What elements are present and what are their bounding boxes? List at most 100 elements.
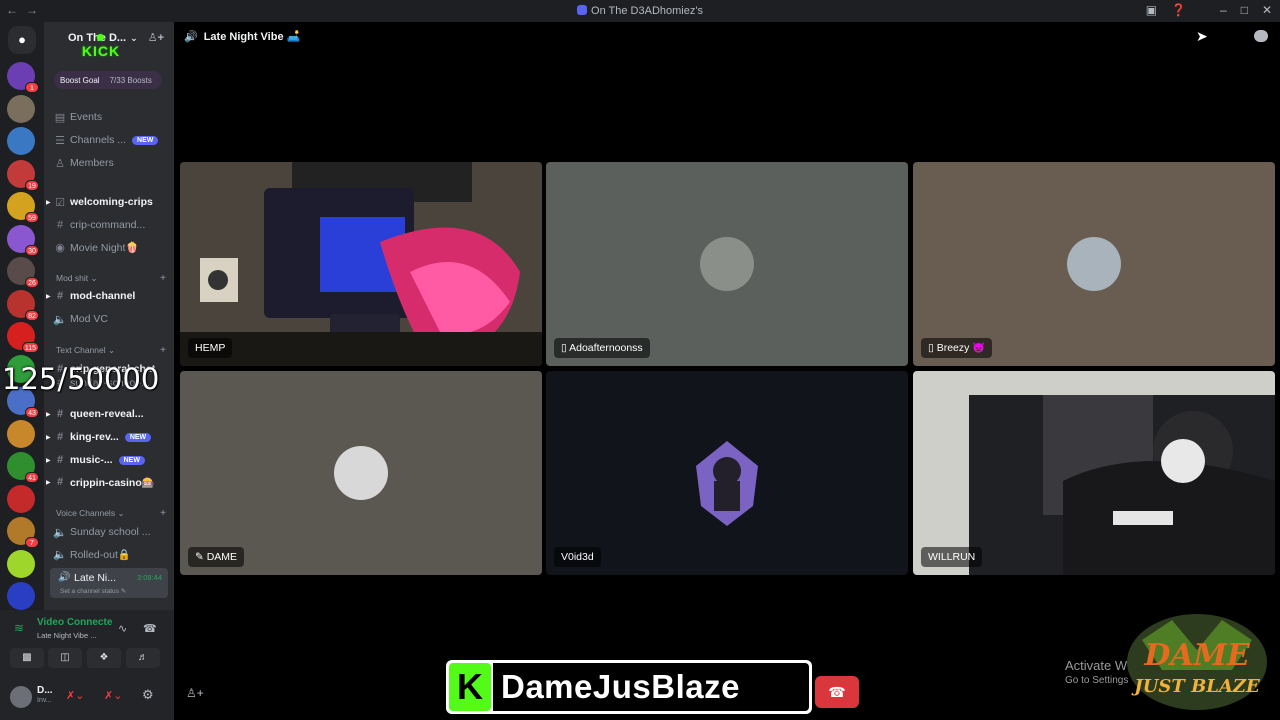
mic-muted-icon[interactable]: ✗⌄ — [66, 689, 84, 702]
nav-members[interactable]: ♙ Members — [52, 153, 168, 173]
channel-sunday-school-voice[interactable]: 🔈 Sunday school ... — [52, 522, 168, 542]
minimize-icon[interactable]: – — [1220, 3, 1227, 17]
disconnect-icon[interactable]: ☎ — [143, 622, 157, 635]
video-tile-hemp[interactable]: HEMP — [180, 162, 542, 366]
nav-channels[interactable]: ☰ Channels ... NEW — [52, 130, 168, 150]
add-channel-icon[interactable]: + — [160, 345, 166, 356]
server-icon[interactable]: 30 — [7, 224, 39, 256]
svg-text:JUST BLAZE: JUST BLAZE — [1131, 676, 1260, 697]
svg-text:DAME: DAME — [1143, 638, 1251, 673]
disconnect-button[interactable]: ☎ — [815, 676, 859, 708]
close-icon[interactable]: ✕ — [1262, 3, 1272, 17]
video-tile-void3d[interactable]: V0id3d — [546, 371, 908, 575]
invite-to-voice-icon[interactable]: ♙+ — [186, 686, 204, 700]
mention-badge: 30 — [25, 244, 39, 256]
channel-rolled-out[interactable]: 🔈 Rolled-out🔒 — [52, 544, 168, 564]
members-icon: ♙ — [55, 157, 65, 170]
mention-badge: 115 — [21, 342, 39, 353]
dame-just-blaze-logo: DAME JUST BLAZE — [1122, 610, 1272, 714]
video-tile-adoafternoons[interactable]: ▯ Adoafternoonss — [546, 162, 908, 366]
nav-events[interactable]: ▤ Events — [52, 107, 168, 127]
mention-badge: 41 — [25, 472, 39, 483]
avatar[interactable] — [10, 686, 32, 708]
title-bar: ←→ On The D3ADhomiez's ▣ ❓ – □ ✕ — [0, 0, 1280, 22]
speaker-icon: 🔈 — [53, 548, 67, 561]
streamer-brand-overlay: K DameJusBlaze — [446, 660, 812, 714]
mention-badge: 43 — [25, 407, 39, 418]
help-icon[interactable]: ❓ — [1171, 3, 1186, 17]
channel-mod-channel[interactable]: ▶ # mod-channel — [46, 286, 168, 306]
server-icon — [577, 5, 588, 15]
video-tile-breezy[interactable]: ▯ Breezy 👿 — [913, 162, 1275, 366]
soundboard-button[interactable]: ♬ — [126, 648, 160, 668]
discord-home-icon[interactable]: ● — [8, 26, 36, 54]
follower-goal-counter: 125/50000 — [2, 362, 160, 396]
hash-icon: # — [56, 476, 64, 488]
server-icon[interactable]: 1 — [7, 62, 39, 93]
video-tile-dame[interactable]: ✎ DAME — [180, 371, 542, 575]
active-voice-channel[interactable]: 🔊 Late Ni... 3:08:44 Set a channel statu… — [50, 568, 168, 598]
server-icon[interactable] — [7, 484, 35, 513]
user-panel: D... Inv... ✗⌄ ✗⌄ ⚙ — [0, 676, 174, 720]
hash-icon: # — [56, 454, 64, 466]
mention-badge: 26 — [25, 277, 39, 288]
new-badge: NEW — [118, 455, 145, 465]
hash-icon: # — [56, 431, 64, 443]
category-text[interactable]: Text Channel ⌄ + — [56, 345, 166, 356]
channel-status[interactable]: Set a channel status ✎ — [60, 587, 126, 595]
server-icon[interactable]: 59 — [7, 192, 39, 223]
server-icon[interactable] — [7, 549, 35, 578]
channel-mod-vc[interactable]: 🔈 Mod VC — [52, 309, 168, 329]
webcam-video — [969, 395, 1275, 575]
camera-off-button[interactable]: ▩ — [10, 648, 44, 668]
stage-header: 🔊 Late Night Vibe 🛋️ — [184, 31, 301, 43]
screen-share-button[interactable]: ◫ — [48, 648, 82, 668]
channel-welcoming-crips[interactable]: ▶ ☑ welcoming-crips — [46, 192, 168, 212]
maximize-icon[interactable]: □ — [1241, 3, 1248, 17]
new-badge: NEW — [132, 135, 159, 145]
participant-name: ✎ DAME — [188, 547, 245, 567]
add-channel-icon[interactable]: + — [160, 273, 166, 284]
participant-name: HEMP — [188, 338, 233, 358]
participant-name: ▯ Adoafternoonss — [554, 338, 650, 358]
server-icon[interactable] — [7, 127, 35, 155]
server-icon[interactable]: 115 — [7, 322, 39, 353]
channel-queen-reveal[interactable]: ▶ # queen-reveal... — [46, 404, 168, 424]
boost-goal[interactable]: Boost Goal 7/33 Boosts — [54, 71, 162, 89]
noise-suppression-icon[interactable]: ∿ — [118, 622, 127, 635]
inbox-icon[interactable]: ▣ — [1146, 3, 1157, 17]
category-mod[interactable]: Mod shit ⌄ + — [56, 273, 166, 284]
add-member-icon[interactable]: ♙+ — [148, 31, 164, 44]
rules-icon: ☑ — [55, 196, 65, 209]
video-tile-willrun[interactable]: WILLRUN — [913, 371, 1275, 575]
server-icon[interactable]: 7 — [7, 517, 39, 548]
mention-badge: 19 — [25, 179, 39, 191]
pen-icon: ✎ — [195, 551, 207, 563]
activities-button[interactable]: ❖ — [87, 648, 121, 668]
channel-music[interactable]: ▶ # music-... NEW — [46, 450, 168, 470]
category-voice[interactable]: Voice Channels ⌄ + — [56, 508, 166, 519]
mention-badge: 59 — [25, 212, 39, 223]
calendar-icon: ▤ — [54, 111, 66, 124]
signal-icon[interactable]: ≋ — [14, 621, 24, 635]
speaker-icon: 🔈 — [53, 526, 67, 539]
mention-badge: 82 — [25, 309, 39, 321]
channel-king-rev[interactable]: ▶ # king-rev... NEW — [46, 427, 168, 447]
winged-avatar — [696, 441, 758, 526]
server-icon[interactable]: 26 — [7, 257, 39, 288]
mention-badge: 1 — [25, 82, 39, 93]
server-icon[interactable] — [7, 582, 35, 610]
gear-icon[interactable]: ⚙ — [142, 687, 154, 703]
server-icon[interactable] — [7, 94, 35, 123]
channel-movie-night[interactable]: ◉ Movie Night🍿 — [52, 237, 168, 257]
server-icon[interactable]: 41 — [7, 452, 39, 483]
channel-crippin-casino[interactable]: ▶ # crippin-casino🎰 — [46, 472, 168, 492]
chat-icon[interactable] — [1254, 30, 1268, 42]
server-icon[interactable] — [7, 419, 35, 448]
channel-crip-command[interactable]: # crip-command... — [52, 215, 168, 235]
server-icon[interactable]: 82 — [7, 289, 39, 321]
hash-icon: # — [56, 408, 64, 420]
deafened-icon[interactable]: ✗⌄ — [104, 689, 122, 702]
server-icon[interactable]: 19 — [7, 159, 39, 191]
add-channel-icon[interactable]: + — [160, 508, 166, 519]
